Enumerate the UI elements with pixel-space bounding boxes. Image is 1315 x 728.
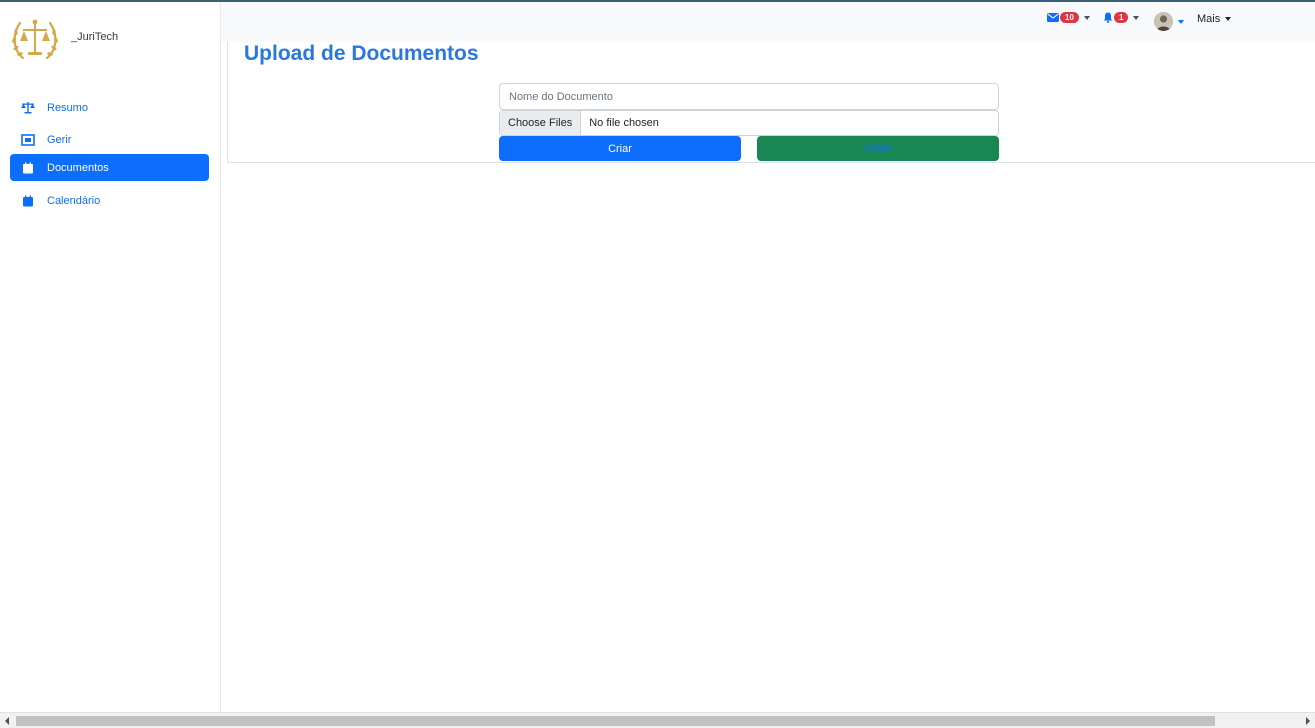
scales-laurel-logo-icon bbox=[12, 19, 58, 60]
messages-dropdown[interactable]: 10 bbox=[1047, 12, 1090, 23]
sidebar-item-documentos[interactable]: Documentos bbox=[10, 154, 209, 181]
horizontal-scrollbar[interactable] bbox=[0, 712, 1315, 728]
calendar-icon bbox=[21, 194, 35, 208]
envelope-icon bbox=[1047, 13, 1059, 22]
file-upload-input[interactable]: Choose Files No file chosen bbox=[499, 110, 999, 136]
avatar bbox=[1154, 12, 1173, 31]
user-dropdown[interactable] bbox=[1154, 12, 1184, 31]
chevron-down-icon bbox=[1178, 19, 1184, 24]
chevron-down-icon bbox=[1133, 15, 1140, 20]
sidebar-item-calendario[interactable]: Calendário bbox=[10, 187, 209, 214]
sidebar-item-resumo[interactable]: Resumo bbox=[10, 94, 209, 121]
alerts-dropdown[interactable]: 1 bbox=[1103, 12, 1140, 23]
sidebar-item-label: Gerir bbox=[47, 133, 72, 146]
chevron-down-icon bbox=[1083, 15, 1090, 20]
sidebar: _JuriTech Resumo Gerir Documentos Calend… bbox=[0, 2, 221, 712]
top-navbar: 10 1 Mais bbox=[221, 2, 1315, 42]
alerts-count-badge: 1 bbox=[1114, 12, 1129, 23]
messages-count-badge: 10 bbox=[1060, 12, 1079, 23]
sidebar-item-label: Calendário bbox=[47, 194, 101, 207]
sidebar-item-label: Resumo bbox=[47, 101, 88, 114]
scroll-left-icon[interactable] bbox=[5, 717, 9, 725]
brand-name: _JuriTech bbox=[71, 31, 119, 43]
file-status-text: No file chosen bbox=[589, 117, 659, 129]
manage-icon bbox=[21, 133, 35, 147]
more-label: Mais bbox=[1197, 13, 1221, 25]
scroll-right-icon[interactable] bbox=[1306, 717, 1310, 725]
scales-icon bbox=[21, 101, 35, 115]
document-name-input[interactable] bbox=[499, 83, 999, 110]
chevron-down-icon bbox=[1225, 17, 1232, 21]
sidebar-item-gerir[interactable]: Gerir bbox=[10, 126, 209, 153]
scrollbar-thumb[interactable] bbox=[16, 716, 1215, 726]
more-dropdown[interactable]: Mais bbox=[1197, 13, 1232, 25]
brand[interactable]: _JuriTech bbox=[9, 14, 118, 64]
calendar-icon bbox=[21, 161, 35, 175]
create-button[interactable]: Criar bbox=[499, 136, 741, 161]
sidebar-item-label: Documentos bbox=[47, 161, 109, 174]
page-title: Upload de Documentos bbox=[244, 42, 479, 65]
back-button[interactable]: Voltar bbox=[757, 136, 999, 161]
choose-files-button[interactable]: Choose Files bbox=[500, 111, 582, 135]
bell-icon bbox=[1103, 12, 1113, 23]
